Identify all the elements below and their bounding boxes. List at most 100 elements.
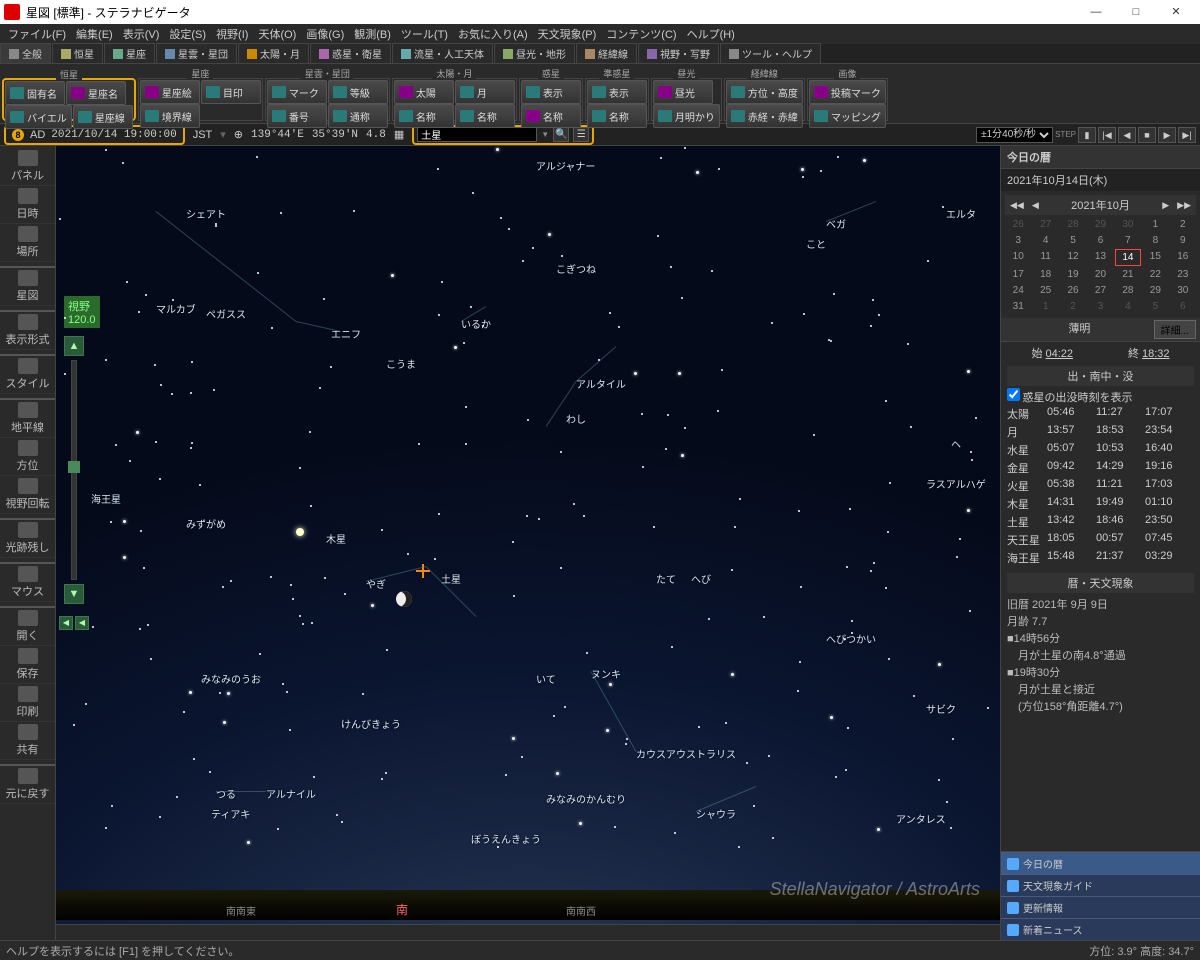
menu-item[interactable]: 天体(O): [254, 24, 300, 44]
menu-item[interactable]: ヘルプ(H): [683, 24, 739, 44]
ribbon-tab[interactable]: 恒星: [52, 43, 103, 63]
moon[interactable]: [396, 591, 412, 607]
sky-view[interactable]: 視野120.0 ▲ ▼ ◀ ◀ StellaNavigator / AstroA…: [56, 146, 1000, 940]
calendar-day[interactable]: 15: [1142, 249, 1168, 266]
calendar-day[interactable]: 29: [1087, 217, 1113, 232]
menu-item[interactable]: 設定(S): [165, 24, 210, 44]
search-input[interactable]: [417, 127, 537, 142]
jupiter[interactable]: [296, 528, 304, 536]
panel-tab[interactable]: 新着ニュース: [1001, 918, 1200, 940]
last-button[interactable]: ▶|: [1178, 127, 1196, 143]
ribbon-button[interactable]: マッピング: [809, 104, 886, 128]
cal-prev-month[interactable]: ◀: [1029, 200, 1042, 211]
ribbon-button[interactable]: 表示: [587, 80, 647, 104]
ribbon-button[interactable]: 月: [455, 80, 515, 104]
ribbon-button[interactable]: 名称: [587, 104, 647, 128]
ribbon-button[interactable]: 等級: [328, 80, 388, 104]
ribbon-button[interactable]: 固有名: [5, 81, 65, 105]
ribbon-button[interactable]: 星座線: [73, 105, 133, 129]
ribbon-button[interactable]: 投稿マーク: [809, 80, 886, 104]
toolbar-button[interactable]: 場所: [0, 224, 55, 262]
panel-tab[interactable]: 天文現象ガイド: [1001, 874, 1200, 896]
calendar-day[interactable]: 28: [1060, 217, 1086, 232]
ribbon-tab[interactable]: ツール・ヘルプ: [720, 43, 821, 63]
calendar-day[interactable]: 3: [1005, 233, 1031, 248]
ribbon-button[interactable]: 境界線: [140, 104, 200, 128]
calendar-day[interactable]: 1: [1032, 299, 1058, 314]
search-list-button[interactable]: ☰: [573, 127, 589, 142]
cal-prev-year[interactable]: ◀◀: [1007, 200, 1027, 211]
calendar-day[interactable]: 18: [1032, 267, 1058, 282]
calendar-day[interactable]: 23: [1170, 267, 1196, 282]
cal-next-month[interactable]: ▶: [1159, 200, 1172, 211]
menu-item[interactable]: 編集(E): [72, 24, 117, 44]
toolbar-button[interactable]: 開く: [0, 608, 55, 646]
ribbon-button[interactable]: 昼光: [653, 80, 713, 104]
zoom-slider[interactable]: ▲ ▼ ◀ ◀: [64, 336, 84, 630]
calendar-day[interactable]: 26: [1005, 217, 1031, 232]
ribbon-button[interactable]: 月明かり: [653, 104, 720, 128]
ribbon-tab[interactable]: 流星・人工天体: [392, 43, 493, 63]
ribbon-button[interactable]: 名称: [521, 104, 581, 128]
ribbon-tab[interactable]: 惑星・衛星: [310, 43, 391, 63]
calendar-day[interactable]: 9: [1170, 233, 1196, 248]
calendar-day[interactable]: 24: [1005, 283, 1031, 298]
calendar-day[interactable]: 22: [1142, 267, 1168, 282]
twilight-detail-button[interactable]: 詳細...: [1154, 320, 1196, 339]
h-scrollbar[interactable]: [56, 924, 1000, 940]
toolbar-button[interactable]: 共有: [0, 722, 55, 760]
calendar-day[interactable]: 5: [1142, 299, 1168, 314]
ribbon-button[interactable]: 名称: [455, 104, 515, 128]
calendar-day[interactable]: 25: [1032, 283, 1058, 298]
ribbon-button[interactable]: 目印: [201, 80, 261, 104]
calendar-day[interactable]: 2: [1060, 299, 1086, 314]
calendar-day[interactable]: 7: [1115, 233, 1141, 248]
calendar-day[interactable]: 21: [1115, 267, 1141, 282]
calendar-day[interactable]: 19: [1060, 267, 1086, 282]
ribbon-tab[interactable]: 視野・写野: [638, 43, 719, 63]
ribbon-button[interactable]: 赤経・赤緯: [726, 104, 803, 128]
toolbar-button[interactable]: マウス: [0, 564, 55, 602]
calendar-day[interactable]: 4: [1032, 233, 1058, 248]
menu-item[interactable]: お気に入り(A): [454, 24, 532, 44]
calendar-day[interactable]: 31: [1005, 299, 1031, 314]
panel-tab[interactable]: 今日の暦: [1001, 852, 1200, 874]
pan-left-button[interactable]: ◀: [59, 616, 73, 630]
toolbar-button[interactable]: 元に戻す: [0, 766, 55, 804]
menu-item[interactable]: 天文現象(P): [534, 24, 601, 44]
toolbar-button[interactable]: 印刷: [0, 684, 55, 722]
close-button[interactable]: ✕: [1156, 0, 1196, 24]
ribbon-button[interactable]: 表示: [521, 80, 581, 104]
calendar-day[interactable]: 20: [1087, 267, 1113, 282]
calendar-day[interactable]: 2: [1170, 217, 1196, 232]
ribbon-button[interactable]: 太陽: [394, 80, 454, 104]
ribbon-button[interactable]: 星座名: [66, 81, 126, 105]
search-button[interactable]: 🔍: [553, 127, 569, 142]
calendar-day[interactable]: 6: [1170, 299, 1196, 314]
calendar-day[interactable]: 17: [1005, 267, 1031, 282]
toolbar-button[interactable]: 表示形式: [0, 312, 55, 350]
ribbon-button[interactable]: バイエル: [5, 105, 72, 129]
calendar-day[interactable]: 6: [1087, 233, 1113, 248]
menu-item[interactable]: ファイル(F): [4, 24, 70, 44]
toolbar-button[interactable]: 視野回転: [0, 476, 55, 514]
first-button[interactable]: |◀: [1098, 127, 1116, 143]
calendar-day[interactable]: 27: [1032, 217, 1058, 232]
panel-tab[interactable]: 更新情報: [1001, 896, 1200, 918]
pan-right-button[interactable]: ◀: [75, 616, 89, 630]
toolbar-button[interactable]: 星図: [0, 268, 55, 306]
prev-button[interactable]: ◀: [1118, 127, 1136, 143]
calendar-day[interactable]: 10: [1005, 249, 1031, 266]
ribbon-tab[interactable]: 昼光・地形: [494, 43, 575, 63]
calendar-day[interactable]: 30: [1115, 217, 1141, 232]
toolbar-button[interactable]: 保存: [0, 646, 55, 684]
maximize-button[interactable]: □: [1116, 0, 1156, 24]
calendar-day[interactable]: 27: [1087, 283, 1113, 298]
calendar-day[interactable]: 26: [1060, 283, 1086, 298]
menu-item[interactable]: 視野(I): [212, 24, 252, 44]
calendar-day[interactable]: 12: [1060, 249, 1086, 266]
calendar-day[interactable]: 28: [1115, 283, 1141, 298]
toolbar-button[interactable]: スタイル: [0, 356, 55, 394]
ribbon-button[interactable]: 番号: [267, 104, 327, 128]
calendar-day[interactable]: 11: [1032, 249, 1058, 266]
